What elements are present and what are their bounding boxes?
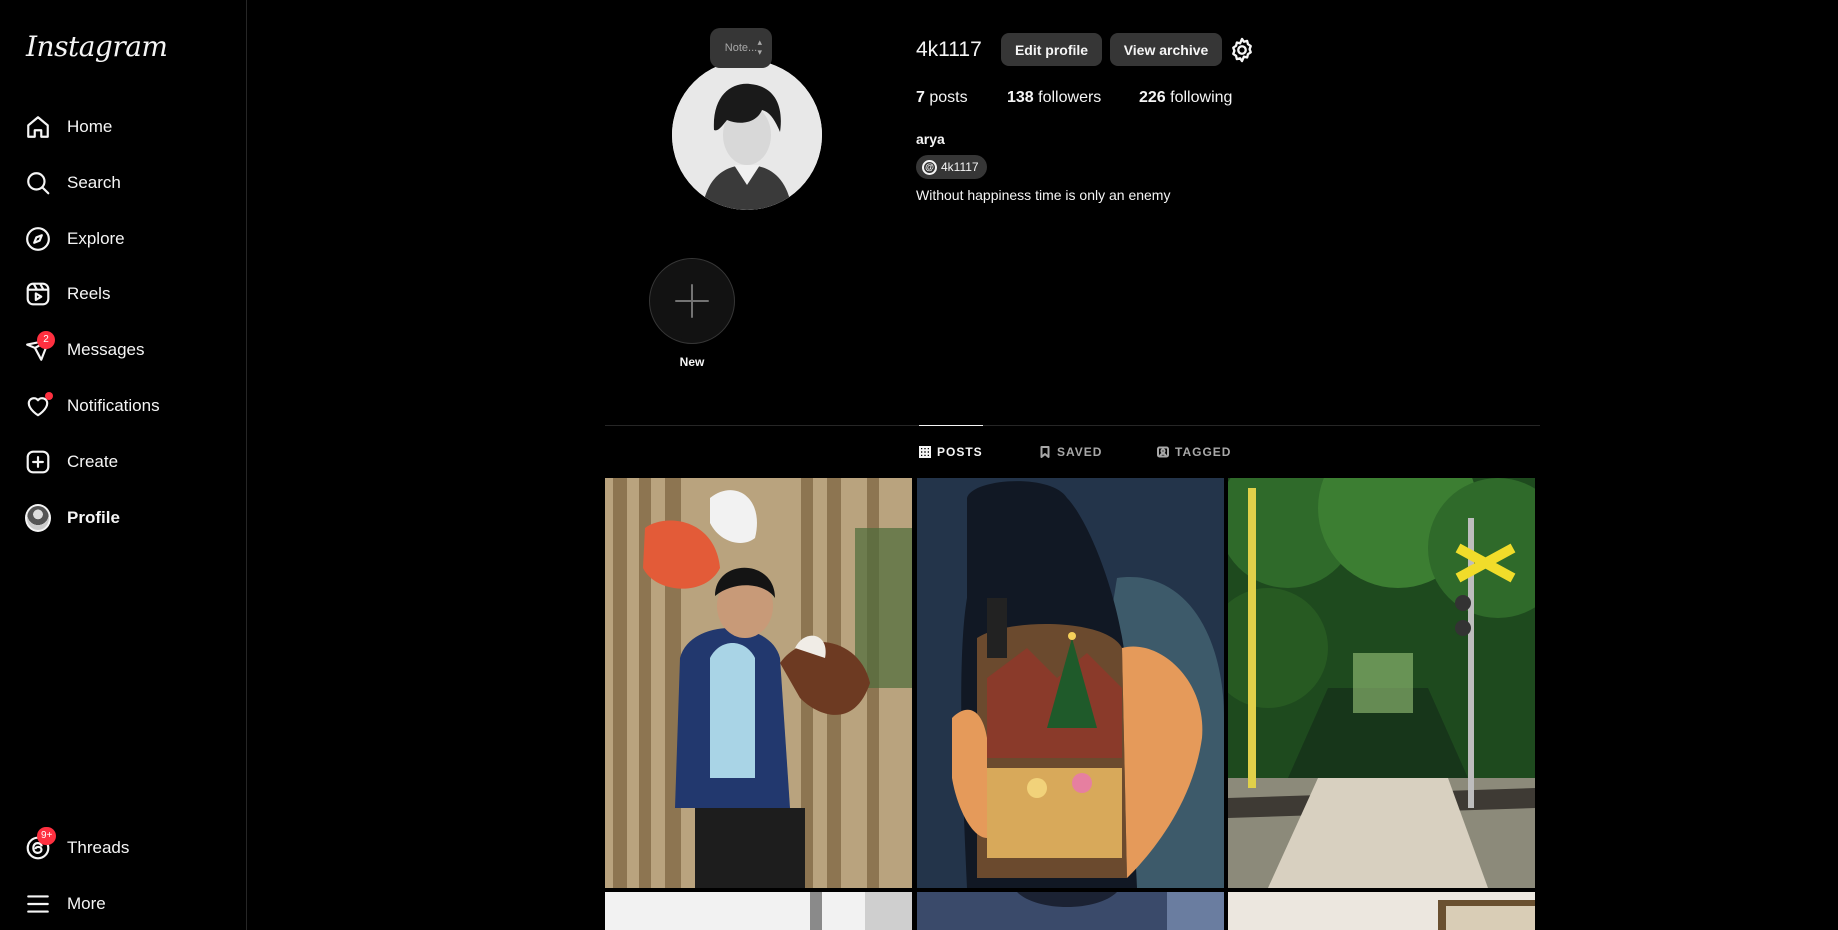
sidebar-item-notifications[interactable]: Notifications <box>12 382 236 430</box>
note-arrows-icon: ▴ ▾ <box>757 37 762 57</box>
new-highlight-label: New <box>679 355 705 369</box>
plus-square-icon <box>25 449 51 475</box>
followers-count: 138 <box>1007 89 1034 106</box>
post-thumbnail[interactable] <box>605 892 912 930</box>
sidebar: Instagram Home Search Explore Reels 2 Me… <box>0 0 247 930</box>
following-count: 226 <box>1139 89 1166 106</box>
tab-saved[interactable]: SAVED <box>1039 426 1102 478</box>
tab-posts[interactable]: POSTS <box>919 425 983 477</box>
profile-full-name: arya <box>916 131 945 147</box>
edit-profile-button[interactable]: Edit profile <box>1001 33 1102 66</box>
messages-badge: 2 <box>37 331 55 349</box>
avatar <box>25 504 51 532</box>
tab-label: SAVED <box>1057 445 1103 459</box>
post-thumbnail[interactable] <box>1228 892 1535 930</box>
new-highlight-button[interactable] <box>649 258 735 344</box>
note-placeholder: Note... <box>724 42 758 54</box>
sidebar-item-label: Notifications <box>67 396 160 415</box>
threads-handle: 4k1117 <box>941 160 979 174</box>
sidebar-item-label: More <box>67 894 106 913</box>
posts-stat: 7 posts <box>916 89 968 107</box>
view-archive-button[interactable]: View archive <box>1110 33 1222 66</box>
instagram-logo[interactable]: Instagram <box>26 30 168 63</box>
bookmark-icon <box>1040 446 1050 458</box>
grid-icon <box>919 445 931 458</box>
home-icon <box>25 114 51 140</box>
note-bubble[interactable]: Note... ▴ ▾ <box>710 28 772 68</box>
followers-label: followers <box>1038 89 1102 106</box>
sidebar-item-label: Create <box>67 452 119 471</box>
sidebar-item-label: Reels <box>67 284 111 303</box>
threads-link-chip[interactable]: @ 4k1117 <box>916 155 987 179</box>
posts-count: 7 <box>916 89 925 106</box>
messenger-icon: 2 <box>25 331 55 363</box>
profile-bio: Without happiness time is only an enemy <box>916 187 1171 203</box>
sidebar-item-threads[interactable]: 9+ Threads <box>12 824 236 872</box>
sidebar-item-reels[interactable]: Reels <box>12 270 236 318</box>
heart-icon <box>25 392 53 419</box>
compass-icon <box>25 226 51 252</box>
threads-badge: 9+ <box>37 827 57 845</box>
following-stat[interactable]: 226 following <box>1139 89 1232 107</box>
sidebar-item-messages[interactable]: 2 Messages <box>12 326 236 374</box>
sidebar-item-home[interactable]: Home <box>12 103 236 151</box>
post-thumbnail[interactable] <box>917 892 1224 930</box>
threads-icon: @ <box>922 159 937 175</box>
sidebar-item-profile[interactable]: Profile <box>12 494 236 542</box>
profile-picture[interactable] <box>672 60 822 210</box>
sidebar-item-search[interactable]: Search <box>12 159 236 207</box>
following-label: following <box>1170 89 1233 106</box>
sidebar-item-label: Messages <box>67 340 145 359</box>
sidebar-item-label: Explore <box>67 229 125 248</box>
sidebar-item-label: Threads <box>67 838 130 857</box>
sidebar-item-label: Search <box>67 173 121 192</box>
followers-stat[interactable]: 138 followers <box>1007 89 1101 107</box>
tab-label: POSTS <box>937 444 983 459</box>
post-thumbnail[interactable] <box>605 478 912 888</box>
menu-icon <box>25 891 51 917</box>
post-thumbnail[interactable] <box>1228 478 1535 888</box>
sidebar-item-create[interactable]: Create <box>12 438 236 486</box>
notification-dot <box>45 392 53 400</box>
reels-icon <box>25 281 51 307</box>
plus-icon <box>653 262 731 340</box>
search-icon <box>25 170 51 196</box>
threads-icon: 9+ <box>25 827 57 861</box>
tag-user-icon <box>1157 446 1169 458</box>
tab-tagged[interactable]: TAGGED <box>1157 426 1231 478</box>
post-thumbnail[interactable] <box>917 478 1224 888</box>
sidebar-item-label: Home <box>67 117 113 136</box>
gear-icon[interactable] <box>1228 36 1256 64</box>
sidebar-item-explore[interactable]: Explore <box>12 215 236 263</box>
sidebar-item-label: Profile <box>67 508 120 527</box>
posts-label: posts <box>929 89 968 106</box>
profile-username: 4k1117 <box>916 38 982 61</box>
sidebar-item-more[interactable]: More <box>12 880 236 928</box>
tab-label: TAGGED <box>1175 445 1232 459</box>
